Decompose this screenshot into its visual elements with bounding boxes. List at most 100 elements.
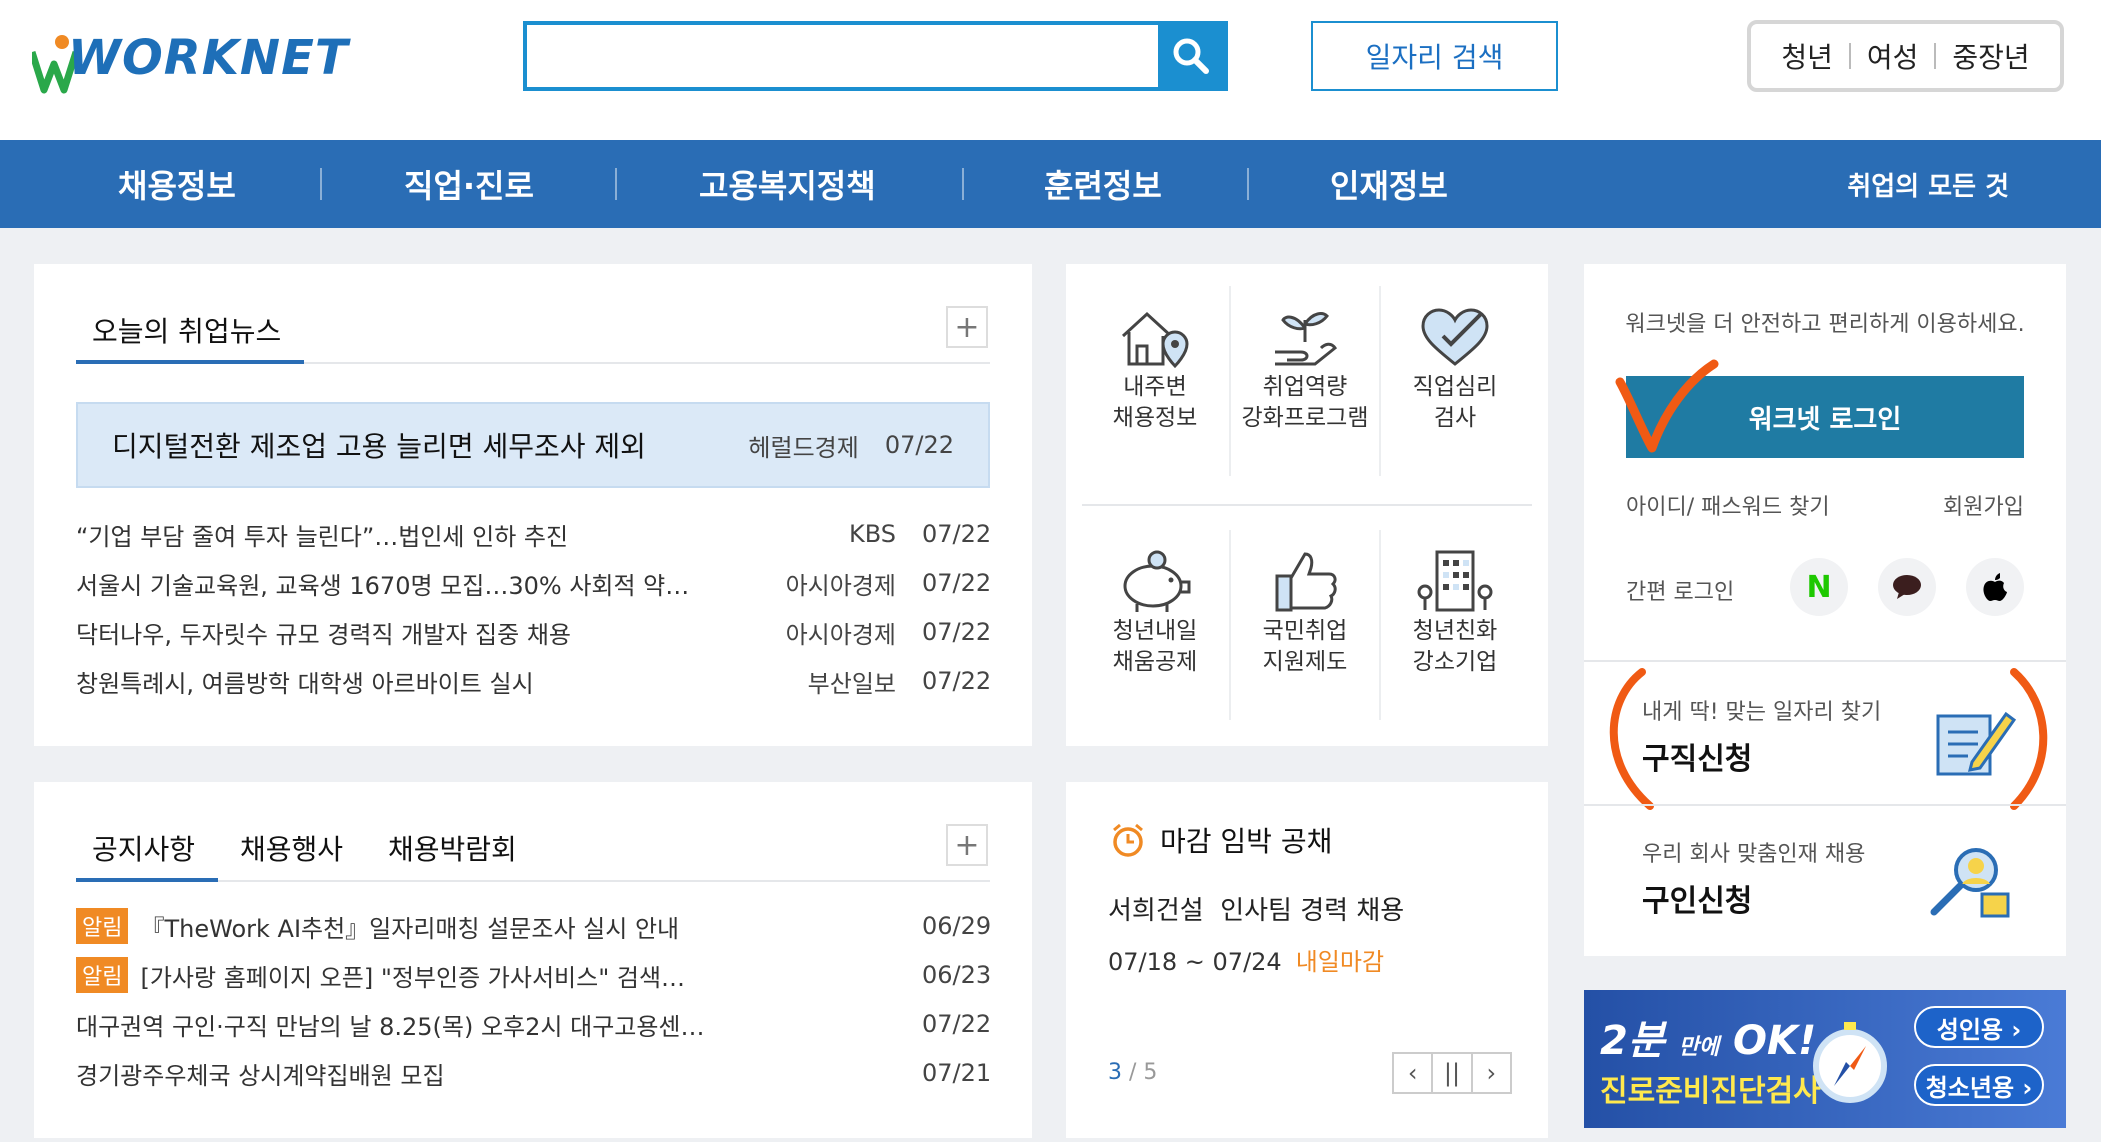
search-input[interactable]	[527, 25, 1147, 87]
service-label: 강화프로그램	[1241, 405, 1369, 431]
stopwatch-icon	[1813, 1022, 1887, 1103]
job-search-button[interactable]: 일자리 검색	[1311, 21, 1558, 91]
news-row[interactable]: 닥터나우, 두자릿수 규모 경력직 개발자 집중 채용 아시아경제 07/22	[76, 612, 992, 652]
next-button[interactable]: ›	[1473, 1054, 1510, 1092]
nav-item-talent[interactable]: 인재정보	[1330, 140, 1448, 228]
headline-source: 헤럴드경제	[748, 433, 859, 462]
age-group-links: 청년 여성 중장년	[1747, 20, 2064, 92]
service-youth-savings[interactable]: 청년내일 채움공제	[1080, 546, 1230, 678]
news-source: 아시아경제	[785, 620, 896, 649]
news-panel: 오늘의 취업뉴스 + 디지털전환 제조업 고용 늘리면 세무조사 제외 헤럴드경…	[34, 264, 1032, 746]
career-test-banner[interactable]: 2분 만에 OK! 진로준비진단검사 성인용 › 청소년용 ›	[1584, 990, 2066, 1128]
tab-fairs[interactable]: 채용박람회	[388, 828, 517, 868]
tab-news[interactable]: 오늘의 취업뉴스	[92, 310, 281, 350]
notice-panel: 공지사항 채용행사 채용박람회 + 알림 『TheWork AI추천』일자리매칭…	[34, 782, 1032, 1138]
tab-notice[interactable]: 공지사항	[92, 828, 195, 868]
tab-events[interactable]: 채용행사	[240, 828, 343, 868]
adult-test-button[interactable]: 성인용 ›	[1914, 1006, 2044, 1048]
notice-title: 경기광주우체국 상시계약집배원 모집	[76, 1061, 445, 1090]
news-source: KBS	[848, 520, 896, 548]
main-nav: 채용정보 직업·진로 고용복지정책 훈련정보 인재정보 취업의 모든 것	[0, 140, 2101, 228]
news-more-button[interactable]: +	[946, 306, 988, 348]
login-message: 워크넷을 더 안전하고 편리하게 이용하세요.	[1625, 312, 2025, 337]
divider	[1584, 804, 2066, 806]
find-id-link[interactable]: 아이디/ 패스워드 찾기	[1626, 489, 1830, 521]
pause-button[interactable]: ||	[1433, 1054, 1473, 1092]
news-source: 부산일보	[807, 669, 896, 698]
notice-title: 『TheWork AI추천』일자리매칭 설문조사 실시 안내	[140, 914, 680, 943]
age-youth-link[interactable]: 청년	[1765, 36, 1849, 76]
news-date: 07/22	[922, 569, 992, 597]
news-row[interactable]: 서울시 기술교육원, 교육생 1670명 모집…30% 사회적 약… 아시아경제…	[76, 563, 992, 603]
apple-icon	[1983, 573, 2007, 601]
service-label: 청년친화	[1412, 618, 1498, 644]
logo-text: WORKNET	[68, 30, 349, 86]
nav-divider	[1247, 168, 1249, 200]
news-row[interactable]: “기업 부담 줄여 투자 늘린다”…법인세 인하 추진 KBS 07/22	[76, 514, 992, 554]
alarm-clock-icon	[1113, 823, 1143, 857]
page-total: / 5	[1129, 1060, 1158, 1085]
annotation-left-bracket-icon	[1609, 668, 1654, 810]
service-label: 취업역량	[1262, 374, 1348, 400]
search-button[interactable]	[1158, 25, 1224, 87]
nav-divider	[615, 168, 617, 200]
deadline-company[interactable]: 서희건설 인사팀 경력 채용	[1108, 890, 1404, 927]
notice-date: 07/21	[922, 1059, 992, 1087]
apple-login-button[interactable]	[1966, 558, 2024, 616]
news-title: “기업 부담 줄여 투자 늘린다”…법인세 인하 추진	[76, 522, 569, 551]
divider	[1082, 504, 1532, 506]
notice-row[interactable]: 대구권역 구인·구직 만남의 날 8.25(목) 오후2시 대구고용센… 07/…	[76, 1004, 991, 1044]
divider	[1584, 660, 2066, 662]
worknet-logo[interactable]: WORKNET	[32, 24, 348, 94]
news-headline[interactable]: 디지털전환 제조업 고용 늘리면 세무조사 제외 헤럴드경제 07/22	[76, 402, 990, 488]
youth-test-button[interactable]: 청소년용 ›	[1914, 1064, 2044, 1106]
prev-button[interactable]: ‹	[1394, 1054, 1434, 1092]
news-title: 닥터나우, 두자릿수 규모 경력직 개발자 집중 채용	[76, 620, 572, 649]
nav-item-career[interactable]: 직업·진로	[404, 140, 534, 228]
divider	[218, 880, 990, 882]
service-label: 직업심리	[1412, 374, 1498, 400]
deadline-badge: 내일마감	[1295, 948, 1385, 976]
banner-headline: 2분 만에 OK!	[1600, 1008, 1816, 1066]
nav-item-training[interactable]: 훈련정보	[1044, 140, 1162, 228]
tab-underline	[76, 360, 304, 364]
join-link[interactable]: 회원가입	[1943, 489, 2024, 521]
house-location-icon	[1121, 311, 1189, 369]
notice-more-button[interactable]: +	[946, 824, 988, 866]
news-date: 07/22	[922, 618, 992, 646]
service-national-employment[interactable]: 국민취업 지원제도	[1230, 546, 1380, 678]
nav-all-link[interactable]: 취업의 모든 것	[1847, 140, 2009, 228]
kakao-login-button[interactable]	[1878, 558, 1936, 616]
news-row[interactable]: 창원특례시, 여름방학 대학생 아르바이트 실시 부산일보 07/22	[76, 661, 991, 701]
service-employability[interactable]: 취업역량 강화프로그램	[1230, 302, 1380, 434]
deadline-panel: 마감 임박 공채 서희건설 인사팀 경력 채용 07/18 ~ 07/24 내일마…	[1066, 782, 1548, 1138]
news-date: 07/22	[922, 520, 992, 548]
naver-icon: N	[1806, 569, 1832, 605]
deadline-pagination: 3 / 5	[1108, 1060, 1157, 1085]
notice-row[interactable]: 알림 『TheWork AI추천』일자리매칭 설문조사 실시 안내 06/29	[76, 906, 991, 946]
banner-ok-text: OK!	[1733, 1018, 1817, 1064]
nav-item-recruit[interactable]: 채용정보	[118, 140, 236, 228]
news-title: 창원특례시, 여름방학 대학생 아르바이트 실시	[76, 669, 534, 698]
search-icon	[1173, 38, 1209, 74]
naver-login-button[interactable]: N	[1790, 558, 1848, 616]
job-offer-card[interactable]: 우리 회사 맞춤인재 채용 구인신청	[1642, 836, 2032, 936]
deadline-dates: 07/18 ~ 07/24	[1108, 948, 1282, 976]
service-label: 강소기업	[1412, 649, 1498, 675]
nav-item-welfare[interactable]: 고용복지정책	[699, 140, 876, 228]
service-nearby-jobs[interactable]: 내주변 채용정보	[1080, 302, 1230, 434]
service-label: 채용정보	[1112, 405, 1198, 431]
notice-row[interactable]: 알림 [가사랑 홈페이지 오픈] "정부인증 가사서비스" 검색… 06/23	[76, 955, 991, 995]
job-seek-card[interactable]: 내게 딱! 맞는 일자리 찾기 구직신청	[1642, 694, 2032, 794]
service-psych-test[interactable]: 직업심리 검사	[1380, 302, 1530, 434]
service-label: 내주변	[1123, 374, 1187, 400]
service-label: 검사	[1433, 405, 1477, 431]
age-women-link[interactable]: 여성	[1851, 36, 1935, 76]
service-youth-friendly[interactable]: 청년친화 강소기업	[1380, 546, 1530, 678]
sprout-hand-icon	[1275, 312, 1338, 366]
notice-row[interactable]: 경기광주우체국 상시계약집배원 모집 07/21	[76, 1053, 992, 1093]
headline-title: 디지털전환 제조업 고용 늘리면 세무조사 제외	[112, 430, 646, 463]
annotation-right-bracket-icon	[2010, 668, 2048, 810]
easy-login-label: 간편 로그인	[1626, 580, 1735, 605]
age-middle-link[interactable]: 중장년	[1936, 36, 2045, 76]
